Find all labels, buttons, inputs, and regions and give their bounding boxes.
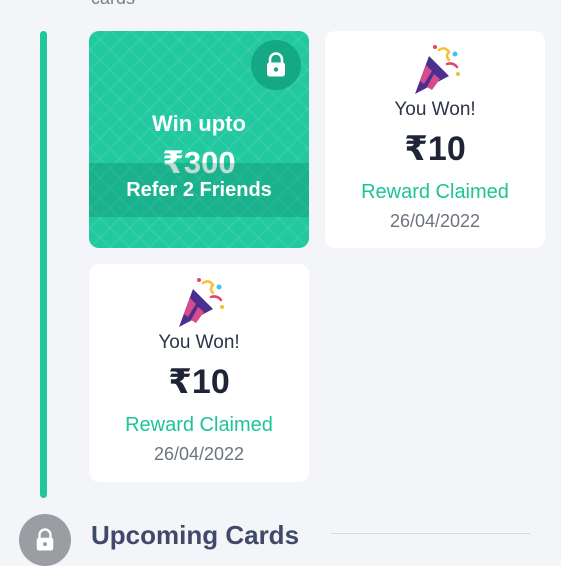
won-reward-card[interactable]: You Won! ₹10 Reward Claimed 26/04/2022 [325,31,545,248]
won-amount: ₹10 [168,363,230,401]
party-popper-icon [179,278,224,327]
you-won-label: You Won! [394,99,476,120]
section-title-cut: cards [91,0,135,9]
claimed-date: 26/04/2022 [153,444,245,464]
lock-icon [19,514,71,566]
party-popper-icon [415,45,460,94]
claimed-date: 26/04/2022 [389,211,481,231]
timeline-bar [40,31,47,498]
refer-friends-band: Refer 2 Friends [89,163,309,217]
reward-claimed-status: Reward Claimed [361,181,509,203]
section-divider [331,533,530,534]
lock-icon [251,40,301,90]
won-amount: ₹10 [404,130,466,168]
upcoming-cards-heading: Upcoming Cards [91,520,300,550]
reward-claimed-status: Reward Claimed [125,414,273,436]
won-reward-card[interactable]: You Won! ₹10 Reward Claimed 26/04/2022 [89,264,309,482]
locked-reward-card[interactable]: Win upto ₹300 Refer 2 Friends [89,31,309,248]
you-won-label: You Won! [158,332,240,353]
win-upto-label: Win upto [152,111,246,136]
